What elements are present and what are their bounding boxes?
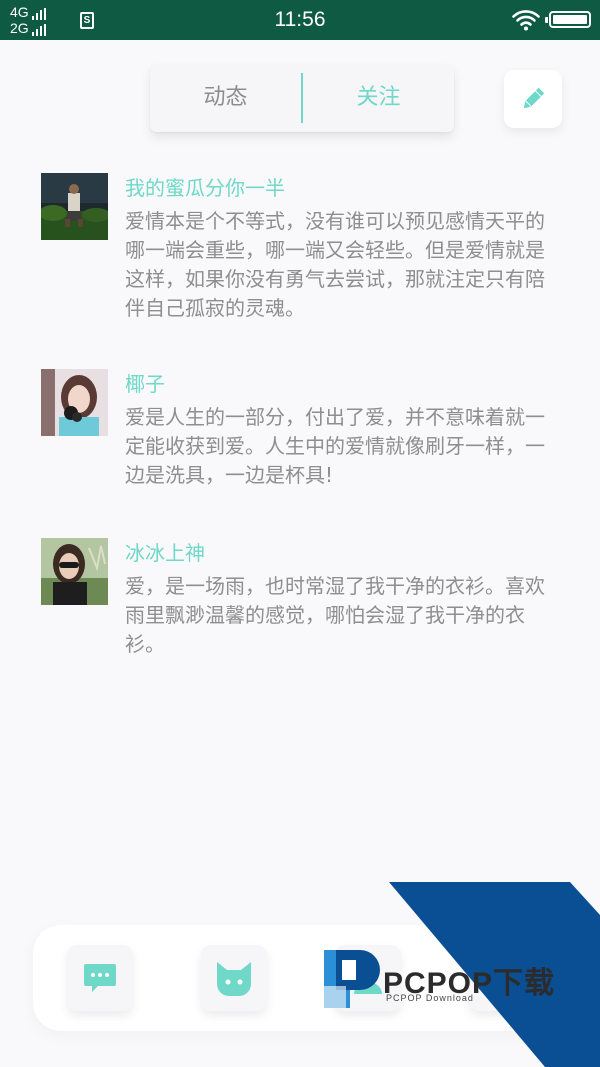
battery-icon bbox=[545, 11, 591, 28]
more-icon bbox=[489, 975, 515, 981]
avatar[interactable] bbox=[41, 369, 108, 436]
post-author-name[interactable]: 我的蜜瓜分你一半 bbox=[125, 173, 285, 203]
status-time: 11:56 bbox=[274, 8, 326, 31]
cat-icon bbox=[217, 962, 251, 996]
status-bar: 4G 2G S 11:56 bbox=[0, 0, 600, 40]
tab-dongtai[interactable]: 动态 bbox=[150, 64, 301, 132]
post-text: 爱是人生的一部分，付出了爱，并不意味着就一定能收获到爱。人生中的爱情就像刷牙一样… bbox=[125, 405, 545, 487]
nav-message-button[interactable] bbox=[67, 945, 133, 1011]
edit-post-button[interactable] bbox=[504, 70, 562, 128]
post-text: 爱，是一场雨，也时常湿了我干净的衣衫。喜欢雨里飘渺温馨的感觉，哪怕会湿了我干净的… bbox=[125, 574, 545, 656]
avatar[interactable] bbox=[41, 173, 108, 240]
profile-icon bbox=[354, 964, 382, 994]
bottom-nav bbox=[33, 925, 573, 1031]
avatar[interactable] bbox=[41, 538, 108, 605]
nav-cat-button[interactable] bbox=[201, 945, 267, 1011]
watermark: PCPOP下载 PCPOP Download bbox=[0, 0, 600, 1067]
message-icon bbox=[84, 964, 116, 992]
tab-guanzhu[interactable]: 关注 bbox=[303, 64, 454, 132]
post-author-name[interactable]: 椰子 bbox=[125, 369, 165, 399]
post-author-name[interactable]: 冰冰上神 bbox=[125, 538, 205, 568]
wifi-icon bbox=[512, 10, 540, 31]
nav-profile-button[interactable] bbox=[335, 945, 401, 1011]
top-tab-bar: 动态 关注 bbox=[150, 64, 454, 132]
pencil-icon bbox=[523, 88, 544, 109]
post-text: 爱情本是个不等式，没有谁可以预见感情天平的哪一端会重些，哪一端又会轻些。但是爱情… bbox=[125, 209, 545, 320]
nav-more-button[interactable] bbox=[469, 945, 535, 1011]
